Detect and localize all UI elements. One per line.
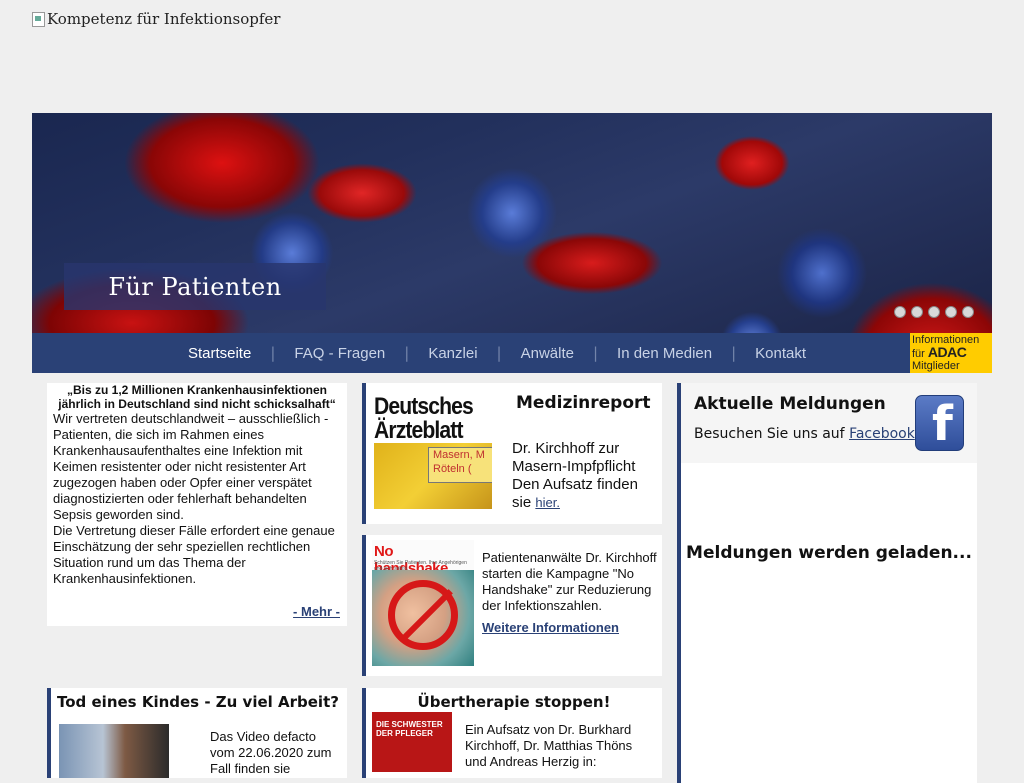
news-box: Aktuelle Meldungen Besuchen Sie uns auf … (677, 383, 977, 783)
medizinreport-link[interactable]: hier. (535, 495, 560, 510)
header-logo-area: Kompetenz für Infektionsopfer (32, 10, 992, 113)
broken-image-icon (32, 11, 45, 27)
facebook-link[interactable]: Facebook (849, 426, 915, 442)
nav-item-startseite[interactable]: Startseite (169, 345, 270, 362)
aerzteblatt-logo-line2: Ärzteblatt (374, 417, 463, 444)
news-title: Aktuelle Meldungen (694, 394, 886, 414)
slider-dot-5[interactable] (962, 306, 974, 318)
schwester-pfleger-cover[interactable]: DIE SCHWESTER DER PFLEGER (372, 712, 452, 772)
sign-line1: Masern, M (433, 449, 485, 461)
intro-paragraph-1: Wir vertreten deutschlandweit – ausschli… (53, 411, 329, 522)
adac-brand: ADAC (927, 344, 967, 360)
slider-dot-4[interactable] (945, 306, 957, 318)
aerzteblatt-logo: Deutsches Ärzteblatt (374, 395, 480, 443)
uebertherapie-title: Übertherapie stoppen! (417, 693, 611, 711)
logo-alt-text: Kompetenz für Infektionsopfer (47, 10, 281, 28)
sign-line2: Röteln ( (433, 463, 472, 475)
hero-label: Für Patienten (64, 263, 326, 310)
adac-banner[interactable]: Informationen für ADAC Mitglieder (910, 333, 992, 373)
slider-dot-1[interactable] (894, 306, 906, 318)
aerzteblatt-sign: Masern, M Röteln ( (428, 447, 492, 483)
nav-item-faq[interactable]: FAQ - Fragen (275, 345, 404, 362)
no-handshake-box: No handshake. Schützen Sie Patienten. Ih… (362, 535, 662, 676)
slider-dot-3[interactable] (928, 306, 940, 318)
aerzteblatt-logo-line1: Deutsches (374, 393, 474, 420)
nav-item-anwaelte[interactable]: Anwälte (502, 345, 593, 362)
news-loading-text: Meldungen werden geladen... (686, 543, 972, 563)
hero-banner: Für Patienten (32, 113, 992, 333)
slider-dot-2[interactable] (911, 306, 923, 318)
page-wrapper: Kompetenz für Infektionsopfer Für Patien… (32, 10, 992, 373)
aerzteblatt-image: Masern, M Röteln ( (374, 443, 492, 509)
medizinreport-text: Dr. Kirchhoff zur Masern-Impfpflicht Den… (512, 440, 660, 512)
tod-eines-kindes-box: Tod eines Kindes - Zu viel Arbeit? Das V… (47, 688, 347, 778)
cover-text: DIE SCHWESTER DER PFLEGER (376, 720, 443, 738)
nav-item-kanzlei[interactable]: Kanzlei (409, 345, 496, 362)
news-header: Aktuelle Meldungen Besuchen Sie uns auf … (681, 383, 977, 463)
tod-video-thumbnail[interactable] (59, 724, 169, 778)
slider-dots (894, 306, 974, 318)
medizinreport-box: Deutsches Ärzteblatt Masern, M Röteln ( … (362, 383, 662, 524)
main-nav: Startseite | FAQ - Fragen | Kanzlei | An… (32, 333, 992, 373)
nav-items: Startseite | FAQ - Fragen | Kanzlei | An… (169, 344, 825, 362)
news-subtitle: Besuchen Sie uns auf Facebook (694, 426, 915, 442)
no-handshake-image[interactable]: No handshake. Schützen Sie Patienten. Ih… (372, 540, 474, 666)
no-handshake-text: Patientenanwälte Dr. Kirchhoff starten d… (482, 550, 660, 636)
uebertherapie-box: Übertherapie stoppen! DIE SCHWESTER DER … (362, 688, 662, 778)
more-link[interactable]: - Mehr - (293, 604, 340, 620)
nav-item-medien[interactable]: In den Medien (598, 345, 731, 362)
uebertherapie-text: Ein Aufsatz von Dr. Burkhard Kirchhoff, … (465, 722, 633, 769)
news-sub-prefix: Besuchen Sie uns auf (694, 426, 845, 442)
facebook-icon[interactable]: f (915, 395, 964, 451)
medizinreport-title: Medizinreport (516, 393, 651, 413)
intro-heading: „Bis zu 1,2 Millionen Krankenhausinfekti… (58, 383, 336, 411)
no-handshake-link[interactable]: Weitere Informationen (482, 620, 660, 636)
intro-paragraph-2: Die Vertretung dieser Fälle erfordert ei… (53, 523, 335, 586)
no-handshake-body: Patientenanwälte Dr. Kirchhoff starten d… (482, 550, 657, 613)
adac-fuer: für (912, 348, 925, 360)
intro-box: „Bis zu 1,2 Millionen Krankenhausinfekti… (47, 383, 347, 626)
tod-title: Tod eines Kindes - Zu viel Arbeit? (57, 693, 339, 711)
prohibition-icon (388, 580, 458, 650)
adac-line3: Mitglieder (912, 360, 960, 372)
logo-image[interactable]: Kompetenz für Infektionsopfer (32, 10, 280, 28)
adac-line2: für ADAC (912, 344, 990, 360)
nav-item-kontakt[interactable]: Kontakt (736, 345, 825, 362)
medizinreport-body: Dr. Kirchhoff zur Masern-Impfpflicht Den… (512, 440, 638, 511)
tod-text: Das Video defacto vom 22.06.2020 zum Fal… (210, 729, 332, 776)
